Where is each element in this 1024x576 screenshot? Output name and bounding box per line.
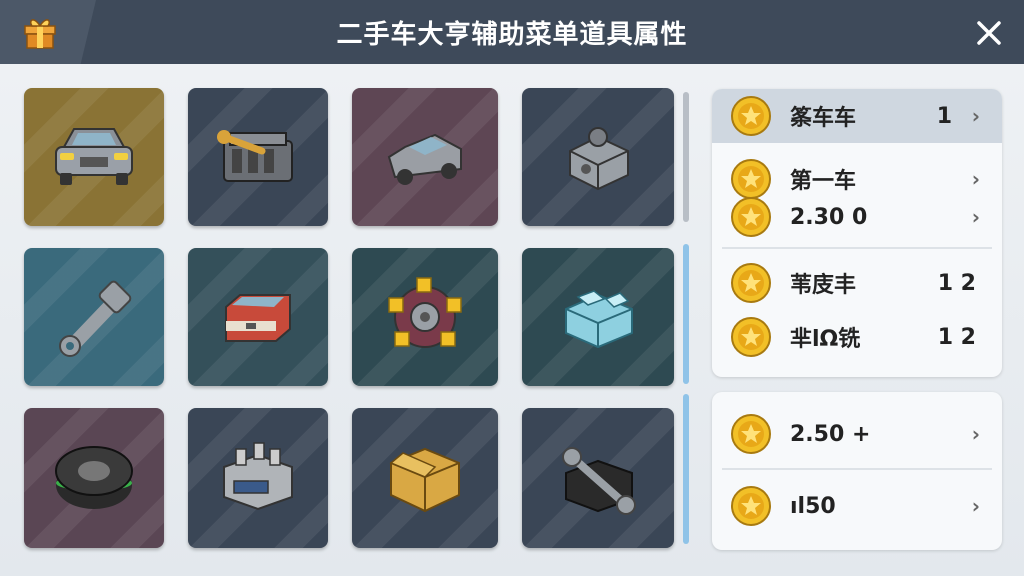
item-tile-ice-block[interactable] bbox=[522, 248, 674, 386]
tire-icon bbox=[55, 446, 133, 509]
item-tile-jeep[interactable] bbox=[352, 88, 498, 226]
stat-label: 2.50 + bbox=[790, 421, 871, 447]
wrench-icon bbox=[562, 447, 636, 515]
car-icon bbox=[55, 128, 133, 185]
stat-label: 苇庋丰 bbox=[790, 273, 857, 298]
close-icon bbox=[977, 21, 1001, 45]
coin-icon bbox=[731, 197, 771, 237]
jeep-icon bbox=[387, 133, 462, 185]
close-button[interactable] bbox=[970, 14, 1008, 52]
key-icon bbox=[59, 280, 132, 357]
engine-icon bbox=[217, 130, 293, 182]
item-tile-tire[interactable] bbox=[24, 408, 164, 548]
page-title: 二手车大亨辅助菜单道具属性 bbox=[336, 20, 688, 50]
item-tile-red-toolbox[interactable] bbox=[188, 248, 328, 386]
stats-panel-bottom: 2.50 + › ıl50 › bbox=[712, 392, 1002, 550]
item-tile-key-tool[interactable] bbox=[24, 248, 164, 386]
stat-label: ıl50 bbox=[790, 493, 836, 519]
item-tile-engine-wrench[interactable] bbox=[188, 88, 328, 226]
toolbox-icon bbox=[225, 294, 291, 342]
title-bar: 二手车大亨辅助菜单道具属性 bbox=[0, 0, 1024, 64]
coin-icon bbox=[731, 317, 771, 357]
stat-value: 1 bbox=[936, 103, 952, 129]
chevron-right-icon: › bbox=[971, 422, 980, 446]
stats-panel-top: 筿车车 1 › 第一车 › 2.30 0 › 苇庋丰 1 2 芈lΩ铣 1 2 bbox=[712, 89, 1002, 377]
item-tile-car[interactable] bbox=[24, 88, 164, 226]
coin-icon bbox=[731, 96, 771, 136]
coin-icon bbox=[731, 263, 771, 303]
stat-row[interactable]: ıl50 › bbox=[712, 478, 1002, 534]
stat-row[interactable]: 2.50 + › bbox=[712, 406, 1002, 462]
scrollbar-thumb[interactable] bbox=[683, 244, 689, 384]
ice-icon bbox=[565, 290, 633, 349]
stat-row[interactable]: 筿车车 1 › bbox=[712, 89, 1002, 143]
stat-value: 1 2 bbox=[937, 270, 976, 296]
item-tile-gear-ring[interactable] bbox=[352, 248, 498, 386]
divider bbox=[722, 468, 992, 470]
coin-icon bbox=[731, 414, 771, 454]
coin-icon bbox=[731, 486, 771, 526]
block-icon bbox=[569, 127, 629, 191]
gear-icon bbox=[388, 277, 462, 348]
stat-label: 芈lΩ铣 bbox=[790, 327, 861, 352]
scrollbar-segment[interactable] bbox=[683, 394, 689, 544]
stat-row[interactable]: 芈lΩ铣 1 2 bbox=[712, 309, 1002, 365]
item-tile-metal-block[interactable] bbox=[522, 88, 674, 226]
divider bbox=[722, 247, 992, 249]
stat-label: 2.30 0 bbox=[790, 204, 868, 230]
chevron-right-icon: › bbox=[971, 104, 980, 128]
box-icon bbox=[389, 447, 460, 513]
stat-label: 筿车车 bbox=[790, 106, 857, 131]
chevron-right-icon: › bbox=[971, 494, 980, 518]
stat-row[interactable]: 苇庋丰 1 2 bbox=[712, 255, 1002, 311]
item-tile-wrench-part[interactable] bbox=[522, 408, 674, 548]
machine-icon bbox=[223, 442, 293, 511]
stat-value: 1 2 bbox=[937, 324, 976, 350]
item-tile-cardboard-box[interactable] bbox=[352, 408, 498, 548]
chevron-right-icon: › bbox=[971, 205, 980, 229]
scrollbar-segment[interactable] bbox=[683, 92, 689, 222]
item-tile-machine-part[interactable] bbox=[188, 408, 328, 548]
chevron-right-icon: › bbox=[971, 167, 980, 191]
content-area: 筿车车 1 › 第一车 › 2.30 0 › 苇庋丰 1 2 芈lΩ铣 1 2 bbox=[0, 64, 1024, 576]
item-grid bbox=[24, 88, 684, 552]
stat-row[interactable]: 2.30 0 › bbox=[712, 189, 1002, 245]
